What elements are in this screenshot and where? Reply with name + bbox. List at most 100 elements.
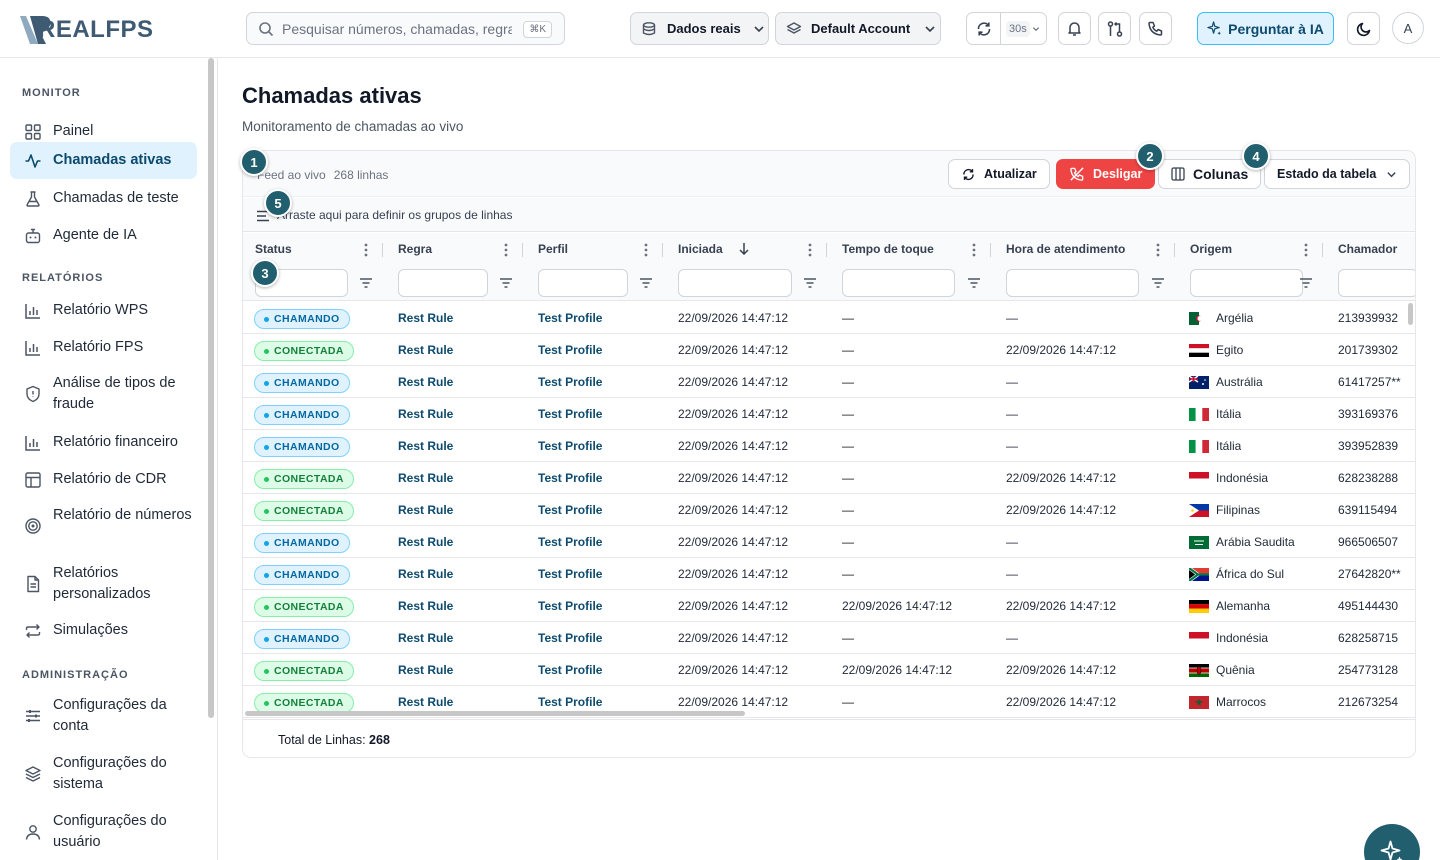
column-filter-input[interactable] — [678, 269, 792, 297]
table-row[interactable]: CHAMANDO Rest Rule Test Profile 22/09/2026 … — [243, 526, 1415, 558]
column-header[interactable]: Regra — [398, 242, 432, 256]
profile-link[interactable]: Test Profile — [538, 343, 602, 357]
sidebar-item-chamadas-ativas[interactable]: Chamadas ativas — [10, 142, 197, 179]
data-source-dropdown[interactable]: Dados reais — [630, 12, 769, 45]
rule-link[interactable]: Rest Rule — [398, 503, 453, 517]
column-menu-icon[interactable] — [644, 243, 648, 257]
filter-icon[interactable] — [803, 276, 817, 290]
column-header[interactable]: Tempo de toque — [842, 242, 934, 256]
column-header[interactable]: Origem — [1190, 242, 1232, 256]
table-row[interactable]: CHAMANDO Rest Rule Test Profile 22/09/2026 … — [243, 430, 1415, 462]
table-row[interactable]: CHAMANDO Rest Rule Test Profile 22/09/2026 … — [243, 622, 1415, 654]
column-separator[interactable] — [522, 243, 523, 257]
table-row[interactable]: CONECTADA Rest Rule Test Profile 22/09/2026… — [243, 590, 1415, 622]
profile-link[interactable]: Test Profile — [538, 375, 602, 389]
filter-icon[interactable] — [359, 276, 373, 290]
sidebar-item-relatorio-numeros[interactable]: Relatório de números — [10, 501, 197, 551]
ask-ai-button[interactable]: Perguntar à IA — [1197, 12, 1334, 45]
auto-refresh-control[interactable]: 30s — [966, 12, 1047, 45]
rule-link[interactable]: Rest Rule — [398, 311, 453, 325]
refresh-button[interactable]: Atualizar — [948, 159, 1050, 189]
table-row[interactable]: CHAMANDO Rest Rule Test Profile 22/09/2026 … — [243, 398, 1415, 430]
rule-link[interactable]: Rest Rule — [398, 663, 453, 677]
rule-link[interactable]: Rest Rule — [398, 439, 453, 453]
rule-link[interactable]: Rest Rule — [398, 695, 453, 709]
profile-link[interactable]: Test Profile — [538, 631, 602, 645]
column-filter-input[interactable] — [1190, 269, 1303, 297]
column-menu-icon[interactable] — [972, 243, 976, 257]
rule-link[interactable]: Rest Rule — [398, 343, 453, 357]
column-header[interactable]: Iniciada — [678, 242, 723, 256]
table-row[interactable]: CONECTADA Rest Rule Test Profile 22/09/2026… — [243, 334, 1415, 366]
sidebar-item-simulacoes[interactable]: Simulações — [10, 614, 197, 648]
profile-link[interactable]: Test Profile — [538, 663, 602, 677]
column-menu-icon[interactable] — [1304, 243, 1308, 257]
rule-link[interactable]: Rest Rule — [398, 631, 453, 645]
sidebar-item-relatorios-personalizados[interactable]: Relatórios personalizados — [10, 559, 197, 609]
row-group-dropzone[interactable]: Arraste aqui para definir os grupos de l… — [243, 198, 1415, 232]
column-filter-input[interactable] — [1338, 269, 1415, 297]
sidebar-item-relatorio-cdr[interactable]: Relatório de CDR — [10, 463, 197, 497]
avatar[interactable]: A — [1392, 12, 1424, 44]
sidebar-scrollbar[interactable] — [208, 58, 214, 718]
tour-marker-3[interactable]: 3 — [251, 259, 279, 287]
profile-link[interactable]: Test Profile — [538, 535, 602, 549]
horizontal-scrollbar[interactable] — [245, 711, 745, 716]
column-separator[interactable] — [382, 243, 383, 257]
sidebar-item-relatorio-fps[interactable]: Relatório FPS — [10, 331, 197, 365]
filter-icon[interactable] — [967, 276, 981, 290]
column-menu-icon[interactable] — [1156, 243, 1160, 257]
profile-link[interactable]: Test Profile — [538, 599, 602, 613]
rule-link[interactable]: Rest Rule — [398, 535, 453, 549]
refresh-interval[interactable]: 30s — [1006, 20, 1030, 37]
column-separator[interactable] — [990, 243, 991, 257]
sort-desc-icon[interactable] — [738, 242, 750, 256]
sidebar-item-relatorio-financeiro[interactable]: Relatório financeiro — [10, 426, 197, 460]
tour-marker-4[interactable]: 4 — [1242, 142, 1270, 170]
table-row[interactable]: CHAMANDO Rest Rule Test Profile 22/09/2026 … — [243, 366, 1415, 398]
column-separator[interactable] — [662, 243, 663, 257]
rule-link[interactable]: Rest Rule — [398, 471, 453, 485]
compare-button[interactable] — [1098, 12, 1131, 45]
table-row[interactable]: CONECTADA Rest Rule Test Profile 22/09/2026… — [243, 462, 1415, 494]
column-separator[interactable] — [1322, 243, 1323, 257]
sidebar-item-analise-fraude[interactable]: Análise de tipos de fraude — [10, 369, 197, 419]
column-filter-input[interactable] — [538, 269, 628, 297]
profile-link[interactable]: Test Profile — [538, 311, 602, 325]
table-state-dropdown[interactable]: Estado da tabela — [1264, 159, 1411, 189]
column-filter-input[interactable] — [1006, 269, 1139, 297]
global-search[interactable]: ⌘K — [246, 12, 565, 45]
sidebar-item-config-conta[interactable]: Configurações da conta — [10, 691, 197, 741]
tour-marker-2[interactable]: 2 — [1136, 142, 1164, 170]
phone-button[interactable] — [1139, 12, 1172, 45]
sidebar-item-chamadas-de-teste[interactable]: Chamadas de teste — [10, 182, 197, 216]
profile-link[interactable]: Test Profile — [538, 407, 602, 421]
column-separator[interactable] — [826, 243, 827, 257]
profile-link[interactable]: Test Profile — [538, 471, 602, 485]
filter-icon[interactable] — [1151, 276, 1165, 290]
realfps-logo[interactable]: REALFPS — [16, 10, 153, 48]
table-row[interactable]: CONECTADA Rest Rule Test Profile 22/09/2026… — [243, 494, 1415, 526]
table-row[interactable]: CONECTADA Rest Rule Test Profile 22/09/2026… — [243, 654, 1415, 686]
profile-link[interactable]: Test Profile — [538, 503, 602, 517]
search-input[interactable] — [282, 20, 512, 38]
column-filter-input[interactable] — [398, 269, 488, 297]
theme-toggle[interactable] — [1347, 12, 1380, 45]
rule-link[interactable]: Rest Rule — [398, 567, 453, 581]
table-row[interactable]: CHAMANDO Rest Rule Test Profile 22/09/2026 … — [243, 558, 1415, 590]
rule-link[interactable]: Rest Rule — [398, 599, 453, 613]
sidebar-item-config-usuario[interactable]: Configurações do usuário — [10, 807, 197, 857]
sidebar-item-config-sistema[interactable]: Configurações do sistema — [10, 749, 197, 799]
profile-link[interactable]: Test Profile — [538, 439, 602, 453]
profile-link[interactable]: Test Profile — [538, 695, 602, 709]
column-header[interactable]: Hora de atendimento — [1006, 242, 1125, 256]
column-header[interactable]: Perfil — [538, 242, 568, 256]
profile-link[interactable]: Test Profile — [538, 567, 602, 581]
sidebar-item-agente-de-ia[interactable]: Agente de IA — [10, 219, 197, 253]
column-header[interactable]: Chamador — [1338, 242, 1397, 256]
account-dropdown[interactable]: Default Account — [775, 12, 941, 45]
sidebar-item-relatorio-wps[interactable]: Relatório WPS — [10, 294, 197, 328]
column-separator[interactable] — [1174, 243, 1175, 257]
column-menu-icon[interactable] — [808, 243, 812, 257]
tour-marker-5[interactable]: 5 — [264, 189, 292, 217]
